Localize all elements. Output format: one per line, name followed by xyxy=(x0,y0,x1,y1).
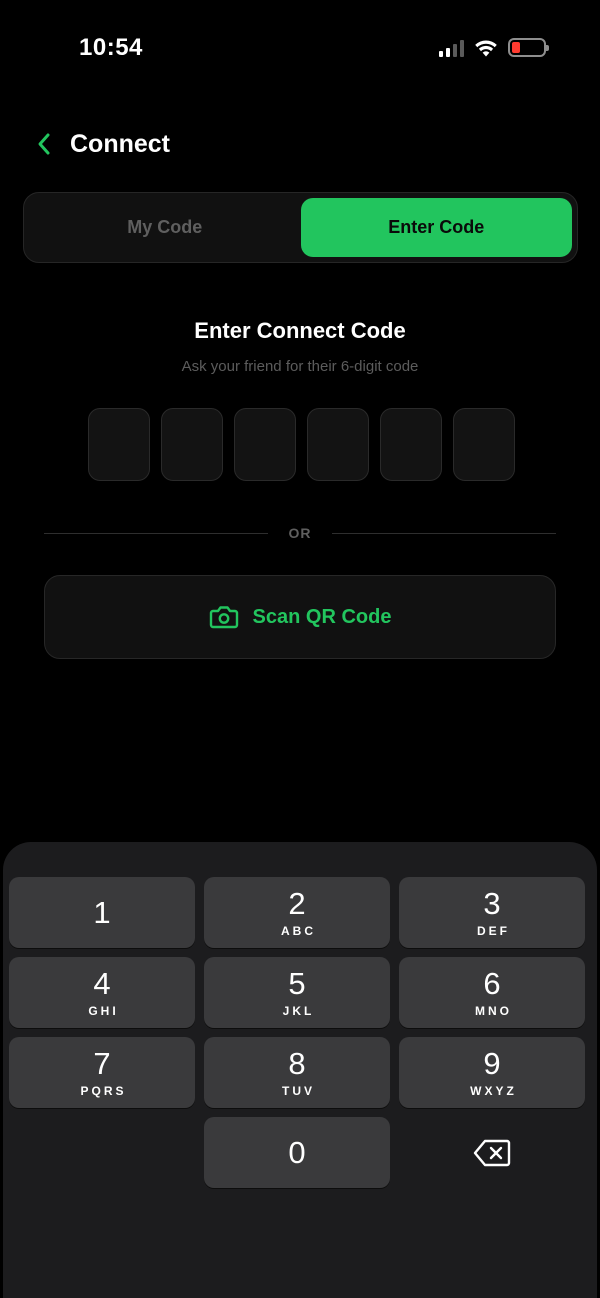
key-5[interactable]: 5 JKL xyxy=(204,957,390,1028)
camera-icon xyxy=(209,604,239,630)
segmented-control: My Code Enter Code xyxy=(23,192,578,263)
or-divider: OR xyxy=(44,524,556,544)
battery-low-icon xyxy=(508,38,549,57)
key-letters: GHI xyxy=(88,1004,119,1018)
page-title: Connect xyxy=(70,129,170,158)
key-letters: JKL xyxy=(282,1004,315,1018)
back-button[interactable] xyxy=(30,124,58,164)
delete-key[interactable] xyxy=(399,1117,585,1188)
key-2[interactable]: 2 ABC xyxy=(204,877,390,948)
code-digit-box-2[interactable] xyxy=(161,408,223,481)
key-digit: 4 xyxy=(93,966,111,1001)
key-3[interactable]: 3 DEF xyxy=(399,877,585,948)
key-letters: MNO xyxy=(475,1004,512,1018)
key-letters: TUV xyxy=(282,1084,315,1098)
key-0[interactable]: 0 xyxy=(204,1117,390,1188)
key-digit: 5 xyxy=(288,966,306,1001)
key-digit: 2 xyxy=(288,886,306,921)
battery-level xyxy=(512,42,520,53)
status-bar: 10:54 xyxy=(0,0,600,96)
key-digit: 3 xyxy=(483,886,501,921)
code-digit-box-1[interactable] xyxy=(88,408,150,481)
key-letters: DEF xyxy=(477,924,510,938)
status-time: 10:54 xyxy=(79,34,143,61)
key-digit: 1 xyxy=(93,894,111,930)
key-letters: PQRS xyxy=(80,1084,127,1098)
divider-line-right xyxy=(332,533,556,534)
header: Connect xyxy=(30,122,170,166)
code-digit-box-3[interactable] xyxy=(234,408,296,481)
entry-title: Enter Connect Code xyxy=(194,318,406,343)
status-icons xyxy=(439,38,549,57)
code-digit-box-5[interactable] xyxy=(380,408,442,481)
key-letters: ABC xyxy=(281,924,316,938)
chevron-left-icon xyxy=(38,133,50,155)
key-digit: 7 xyxy=(93,1046,111,1081)
code-digit-box-4[interactable] xyxy=(307,408,369,481)
key-letters: WXYZ xyxy=(470,1084,517,1098)
key-7[interactable]: 7 PQRS xyxy=(9,1037,195,1108)
numeric-keypad: 1 2 ABC 3 DEF 4 GHI 5 JKL 6 MNO 7 PQRS 8… xyxy=(3,842,597,1298)
key-digit: 0 xyxy=(288,1134,306,1170)
tab-my-code[interactable]: My Code xyxy=(29,198,301,257)
cellular-signal-icon xyxy=(439,39,464,57)
key-digit: 9 xyxy=(483,1046,501,1081)
scan-qr-label: Scan QR Code xyxy=(252,605,392,628)
key-1[interactable]: 1 xyxy=(9,877,195,948)
key-9[interactable]: 9 WXYZ xyxy=(399,1037,585,1108)
wifi-icon xyxy=(475,40,497,56)
key-4[interactable]: 4 GHI xyxy=(9,957,195,1028)
key-6[interactable]: 6 MNO xyxy=(399,957,585,1028)
tab-enter-code[interactable]: Enter Code xyxy=(300,198,572,257)
code-input-group xyxy=(88,408,515,481)
code-digit-box-6[interactable] xyxy=(453,408,515,481)
key-digit: 8 xyxy=(288,1046,306,1081)
entry-subtitle: Ask your friend for their 6-digit code xyxy=(181,358,419,375)
key-8[interactable]: 8 TUV xyxy=(204,1037,390,1108)
scan-qr-button[interactable]: Scan QR Code xyxy=(44,575,556,659)
backspace-icon xyxy=(473,1139,511,1166)
key-digit: 6 xyxy=(483,966,501,1001)
